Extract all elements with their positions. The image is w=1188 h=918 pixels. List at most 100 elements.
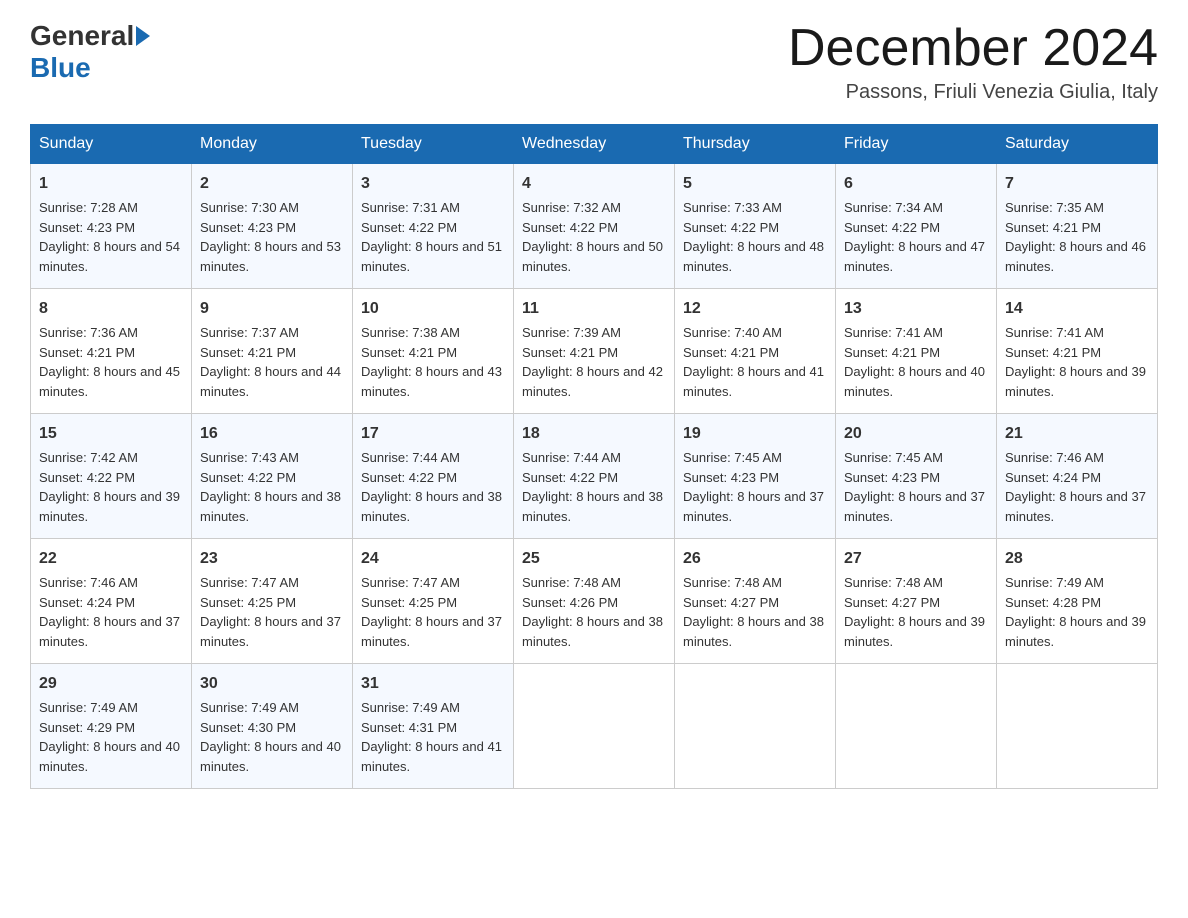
table-row: 17 Sunrise: 7:44 AMSunset: 4:22 PMDaylig… bbox=[353, 414, 514, 539]
day-number: 26 bbox=[683, 547, 827, 571]
table-row: 1 Sunrise: 7:28 AMSunset: 4:23 PMDayligh… bbox=[31, 164, 192, 289]
day-number: 14 bbox=[1005, 297, 1149, 321]
logo-blue-text: Blue bbox=[30, 52, 91, 83]
day-info: Sunrise: 7:36 AMSunset: 4:21 PMDaylight:… bbox=[39, 325, 180, 399]
table-row: 10 Sunrise: 7:38 AMSunset: 4:21 PMDaylig… bbox=[353, 289, 514, 414]
day-number: 15 bbox=[39, 422, 183, 446]
day-info: Sunrise: 7:48 AMSunset: 4:27 PMDaylight:… bbox=[844, 575, 985, 649]
table-row: 27 Sunrise: 7:48 AMSunset: 4:27 PMDaylig… bbox=[836, 539, 997, 664]
table-row: 26 Sunrise: 7:48 AMSunset: 4:27 PMDaylig… bbox=[675, 539, 836, 664]
day-info: Sunrise: 7:32 AMSunset: 4:22 PMDaylight:… bbox=[522, 200, 663, 274]
table-row: 24 Sunrise: 7:47 AMSunset: 4:25 PMDaylig… bbox=[353, 539, 514, 664]
table-row: 3 Sunrise: 7:31 AMSunset: 4:22 PMDayligh… bbox=[353, 164, 514, 289]
day-number: 5 bbox=[683, 172, 827, 196]
day-info: Sunrise: 7:28 AMSunset: 4:23 PMDaylight:… bbox=[39, 200, 180, 274]
month-title: December 2024 bbox=[788, 20, 1158, 77]
table-row: 23 Sunrise: 7:47 AMSunset: 4:25 PMDaylig… bbox=[192, 539, 353, 664]
day-info: Sunrise: 7:49 AMSunset: 4:30 PMDaylight:… bbox=[200, 700, 341, 774]
col-saturday: Saturday bbox=[997, 125, 1158, 164]
table-row: 25 Sunrise: 7:48 AMSunset: 4:26 PMDaylig… bbox=[514, 539, 675, 664]
day-info: Sunrise: 7:38 AMSunset: 4:21 PMDaylight:… bbox=[361, 325, 502, 399]
day-number: 30 bbox=[200, 672, 344, 696]
day-info: Sunrise: 7:43 AMSunset: 4:22 PMDaylight:… bbox=[200, 450, 341, 524]
table-row: 8 Sunrise: 7:36 AMSunset: 4:21 PMDayligh… bbox=[31, 289, 192, 414]
day-number: 31 bbox=[361, 672, 505, 696]
table-row: 20 Sunrise: 7:45 AMSunset: 4:23 PMDaylig… bbox=[836, 414, 997, 539]
day-number: 4 bbox=[522, 172, 666, 196]
table-row: 12 Sunrise: 7:40 AMSunset: 4:21 PMDaylig… bbox=[675, 289, 836, 414]
day-info: Sunrise: 7:44 AMSunset: 4:22 PMDaylight:… bbox=[361, 450, 502, 524]
day-info: Sunrise: 7:49 AMSunset: 4:31 PMDaylight:… bbox=[361, 700, 502, 774]
table-row: 15 Sunrise: 7:42 AMSunset: 4:22 PMDaylig… bbox=[31, 414, 192, 539]
day-number: 20 bbox=[844, 422, 988, 446]
day-number: 29 bbox=[39, 672, 183, 696]
day-number: 10 bbox=[361, 297, 505, 321]
table-row: 2 Sunrise: 7:30 AMSunset: 4:23 PMDayligh… bbox=[192, 164, 353, 289]
table-row bbox=[997, 664, 1158, 789]
table-row: 19 Sunrise: 7:45 AMSunset: 4:23 PMDaylig… bbox=[675, 414, 836, 539]
day-info: Sunrise: 7:35 AMSunset: 4:21 PMDaylight:… bbox=[1005, 200, 1146, 274]
col-friday: Friday bbox=[836, 125, 997, 164]
day-number: 23 bbox=[200, 547, 344, 571]
day-info: Sunrise: 7:30 AMSunset: 4:23 PMDaylight:… bbox=[200, 200, 341, 274]
day-info: Sunrise: 7:42 AMSunset: 4:22 PMDaylight:… bbox=[39, 450, 180, 524]
col-tuesday: Tuesday bbox=[353, 125, 514, 164]
day-number: 3 bbox=[361, 172, 505, 196]
day-info: Sunrise: 7:46 AMSunset: 4:24 PMDaylight:… bbox=[39, 575, 180, 649]
day-info: Sunrise: 7:41 AMSunset: 4:21 PMDaylight:… bbox=[844, 325, 985, 399]
table-row bbox=[675, 664, 836, 789]
table-row: 18 Sunrise: 7:44 AMSunset: 4:22 PMDaylig… bbox=[514, 414, 675, 539]
day-info: Sunrise: 7:31 AMSunset: 4:22 PMDaylight:… bbox=[361, 200, 502, 274]
day-number: 18 bbox=[522, 422, 666, 446]
day-number: 7 bbox=[1005, 172, 1149, 196]
day-info: Sunrise: 7:49 AMSunset: 4:28 PMDaylight:… bbox=[1005, 575, 1146, 649]
table-row: 11 Sunrise: 7:39 AMSunset: 4:21 PMDaylig… bbox=[514, 289, 675, 414]
day-number: 25 bbox=[522, 547, 666, 571]
day-info: Sunrise: 7:48 AMSunset: 4:27 PMDaylight:… bbox=[683, 575, 824, 649]
table-row: 7 Sunrise: 7:35 AMSunset: 4:21 PMDayligh… bbox=[997, 164, 1158, 289]
day-number: 12 bbox=[683, 297, 827, 321]
title-section: December 2024 Passons, Friuli Venezia Gi… bbox=[788, 20, 1158, 104]
table-row: 14 Sunrise: 7:41 AMSunset: 4:21 PMDaylig… bbox=[997, 289, 1158, 414]
day-number: 22 bbox=[39, 547, 183, 571]
day-number: 1 bbox=[39, 172, 183, 196]
calendar-header-row: Sunday Monday Tuesday Wednesday Thursday… bbox=[31, 125, 1158, 164]
logo-arrow-icon bbox=[136, 26, 150, 46]
day-info: Sunrise: 7:45 AMSunset: 4:23 PMDaylight:… bbox=[844, 450, 985, 524]
day-number: 9 bbox=[200, 297, 344, 321]
location-text: Passons, Friuli Venezia Giulia, Italy bbox=[788, 81, 1158, 104]
day-info: Sunrise: 7:45 AMSunset: 4:23 PMDaylight:… bbox=[683, 450, 824, 524]
table-row: 5 Sunrise: 7:33 AMSunset: 4:22 PMDayligh… bbox=[675, 164, 836, 289]
table-row: 22 Sunrise: 7:46 AMSunset: 4:24 PMDaylig… bbox=[31, 539, 192, 664]
col-thursday: Thursday bbox=[675, 125, 836, 164]
day-number: 6 bbox=[844, 172, 988, 196]
day-info: Sunrise: 7:33 AMSunset: 4:22 PMDaylight:… bbox=[683, 200, 824, 274]
day-info: Sunrise: 7:40 AMSunset: 4:21 PMDaylight:… bbox=[683, 325, 824, 399]
calendar-week-row: 8 Sunrise: 7:36 AMSunset: 4:21 PMDayligh… bbox=[31, 289, 1158, 414]
calendar-week-row: 22 Sunrise: 7:46 AMSunset: 4:24 PMDaylig… bbox=[31, 539, 1158, 664]
day-info: Sunrise: 7:46 AMSunset: 4:24 PMDaylight:… bbox=[1005, 450, 1146, 524]
calendar-table: Sunday Monday Tuesday Wednesday Thursday… bbox=[30, 124, 1158, 789]
page-header: General Blue December 2024 Passons, Friu… bbox=[30, 20, 1158, 104]
day-info: Sunrise: 7:44 AMSunset: 4:22 PMDaylight:… bbox=[522, 450, 663, 524]
table-row: 16 Sunrise: 7:43 AMSunset: 4:22 PMDaylig… bbox=[192, 414, 353, 539]
day-info: Sunrise: 7:37 AMSunset: 4:21 PMDaylight:… bbox=[200, 325, 341, 399]
table-row: 6 Sunrise: 7:34 AMSunset: 4:22 PMDayligh… bbox=[836, 164, 997, 289]
day-number: 21 bbox=[1005, 422, 1149, 446]
day-number: 19 bbox=[683, 422, 827, 446]
table-row bbox=[836, 664, 997, 789]
day-number: 13 bbox=[844, 297, 988, 321]
day-info: Sunrise: 7:39 AMSunset: 4:21 PMDaylight:… bbox=[522, 325, 663, 399]
table-row bbox=[514, 664, 675, 789]
day-info: Sunrise: 7:48 AMSunset: 4:26 PMDaylight:… bbox=[522, 575, 663, 649]
day-info: Sunrise: 7:49 AMSunset: 4:29 PMDaylight:… bbox=[39, 700, 180, 774]
col-sunday: Sunday bbox=[31, 125, 192, 164]
table-row: 30 Sunrise: 7:49 AMSunset: 4:30 PMDaylig… bbox=[192, 664, 353, 789]
table-row: 28 Sunrise: 7:49 AMSunset: 4:28 PMDaylig… bbox=[997, 539, 1158, 664]
day-number: 27 bbox=[844, 547, 988, 571]
table-row: 29 Sunrise: 7:49 AMSunset: 4:29 PMDaylig… bbox=[31, 664, 192, 789]
table-row: 4 Sunrise: 7:32 AMSunset: 4:22 PMDayligh… bbox=[514, 164, 675, 289]
day-info: Sunrise: 7:41 AMSunset: 4:21 PMDaylight:… bbox=[1005, 325, 1146, 399]
day-info: Sunrise: 7:47 AMSunset: 4:25 PMDaylight:… bbox=[361, 575, 502, 649]
col-wednesday: Wednesday bbox=[514, 125, 675, 164]
